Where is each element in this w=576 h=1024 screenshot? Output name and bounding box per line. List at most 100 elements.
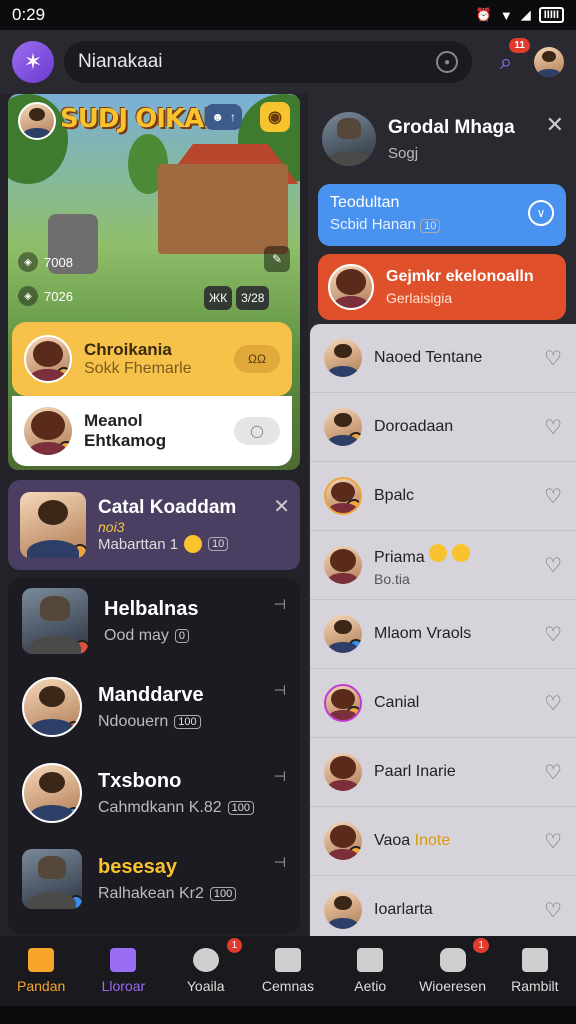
avatar: [22, 588, 88, 654]
contact-row[interactable]: Vaoa Inote ♡: [310, 807, 576, 876]
secondary-chat-card[interactable]: Meanol Ehtkamog ◯: [12, 396, 292, 466]
avatar: [324, 822, 362, 860]
contact-row[interactable]: Naoed Tentane ♡: [310, 324, 576, 393]
chat-list: Helbalnas Ood may 0 ⊣ Manddarve Ndoouern 1…: [8, 578, 300, 934]
chat-row[interactable]: Txsbono Cahmdkann K.82 100 ⊣: [8, 750, 300, 836]
banner-chip[interactable]: ☻ ↑: [205, 104, 242, 130]
banner-tag-a[interactable]: ЖК: [204, 286, 233, 310]
profile-icon: [521, 948, 548, 972]
banner-player-avatar[interactable]: [18, 102, 56, 140]
status-dot: [74, 640, 88, 654]
featured-chat[interactable]: Catal Koaddam noi3 Mabarttan 1 10 ✕: [8, 480, 300, 570]
heart-icon[interactable]: ♡: [544, 622, 562, 647]
nav-badge: 1: [473, 938, 489, 953]
app-logo-icon[interactable]: ✶: [12, 41, 54, 83]
heart-icon[interactable]: ♡: [544, 829, 562, 854]
chevron-down-icon[interactable]: ∨: [528, 200, 554, 226]
heart-icon[interactable]: ♡: [544, 553, 562, 578]
panel-header: Grodal Mhaga Sogj ✕: [308, 94, 576, 184]
card-text: Chroikania Sokk Fhemarle: [84, 340, 192, 378]
status-dot: [68, 895, 82, 909]
heart-icon[interactable]: ♡: [544, 691, 562, 716]
contact-row[interactable]: Ioarlarta ♡: [310, 876, 576, 936]
featured-sub-text: Mabarttan 1: [98, 535, 179, 553]
pin-icon[interactable]: ⊣: [274, 596, 286, 613]
status-dot: [72, 544, 86, 558]
coin-icon[interactable]: ◉: [260, 102, 290, 132]
contact-row[interactable]: Priama Bo.tia ♡: [310, 531, 576, 600]
toggle-icon[interactable]: ◯: [234, 417, 280, 445]
nav-item-wioeresen[interactable]: 1 Wioeresen: [411, 936, 493, 1006]
notification-badge: 11: [509, 38, 530, 53]
chat-text: Helbalnas Ood may 0: [104, 598, 198, 645]
contact-row[interactable]: Paarl Inarie ♡: [310, 738, 576, 807]
chat-subtitle: Cahmdkann K.82 100: [98, 799, 254, 817]
banner-tag-b[interactable]: 3/28: [236, 286, 270, 310]
bubble-subtitle: Gerlaisigia: [386, 290, 453, 306]
chat-title: Txsbono: [98, 769, 182, 792]
avatar: [22, 677, 82, 737]
status-dot: [348, 432, 362, 446]
left-column: SUDJ OIKAH ☻ ↑ ◉ ◈ 7008 ◈ 7026 ✎ ЖК 3/28…: [8, 94, 300, 936]
chat-row[interactable]: besesay Ralhakean Kr2 100 ⊣: [8, 836, 300, 922]
search-bar[interactable]: Nianakaai ●: [64, 41, 472, 83]
status-dot: [348, 639, 362, 653]
profile-avatar[interactable]: [534, 47, 564, 77]
search-button[interactable]: ⌕ 11: [488, 38, 530, 80]
contact-text: Priama Bo.tia: [374, 543, 470, 587]
contact-name: Doroadaan: [374, 418, 454, 435]
chat-row[interactable]: Manddarve Ndoouern 100 ⊣: [8, 664, 300, 750]
contact-row[interactable]: Canial ♡: [310, 669, 576, 738]
close-icon[interactable]: ✕: [273, 494, 290, 519]
status-icons: ⏰ ▼ ◢ IIIII: [476, 7, 564, 23]
top-bar: ✶ Nianakaai ● ⌕ 11: [0, 30, 576, 94]
nav-item-aetio[interactable]: Aetio: [329, 936, 411, 1006]
nav-item-cemnas[interactable]: Cemnas: [247, 936, 329, 1006]
chat-tag: 100: [209, 886, 237, 901]
pin-icon[interactable]: ⊣: [274, 768, 286, 785]
featured-title: Catal Koaddam: [98, 497, 237, 518]
chat-icon: [192, 948, 219, 972]
heart-icon[interactable]: ♡: [544, 415, 562, 440]
status-dot: [348, 846, 362, 860]
chat-row[interactable]: Helbalnas Ood may 0 ⊣: [8, 578, 300, 664]
contact-row[interactable]: Bpalc ♡: [310, 462, 576, 531]
card-title: Chroikania: [84, 340, 172, 359]
panel-title: Grodal Mhaga: [388, 116, 515, 138]
contact-row[interactable]: Doroadaan ♡: [310, 393, 576, 462]
contact-name: Priama: [374, 543, 470, 567]
banner-stat-1: ◈ 7008: [18, 250, 73, 274]
avatar: [322, 112, 376, 166]
battery-icon: IIIII: [538, 7, 564, 23]
heart-icon[interactable]: ♡: [544, 760, 562, 785]
heart-icon[interactable]: ♡: [544, 484, 562, 509]
house-icon: [274, 948, 301, 972]
contact-list: Naoed Tentane ♡ Doroadaan ♡ Bpalc ♡ Pria…: [310, 324, 576, 936]
stat-value: 7008: [44, 254, 73, 270]
contact-row[interactable]: Mlaom Vraols ♡: [310, 600, 576, 669]
nav-item-yoaila[interactable]: 1 Yoaila: [165, 936, 247, 1006]
highlight-chat-card[interactable]: Chroikania Sokk Fhemarle ΩΩ: [12, 322, 292, 396]
pin-icon[interactable]: ⊣: [274, 854, 286, 871]
close-icon[interactable]: ✕: [546, 112, 564, 138]
pin-icon[interactable]: ⊣: [274, 682, 286, 699]
avatar: [324, 891, 362, 929]
card-action-pill[interactable]: ΩΩ: [234, 345, 280, 373]
record-icon[interactable]: ●: [436, 51, 458, 73]
message-bubble-blue[interactable]: Teodultan Scbid Hanan 10 ∨: [318, 184, 566, 246]
nav-item-pandan[interactable]: Pandan: [0, 936, 82, 1006]
edit-icon[interactable]: ✎: [264, 246, 290, 272]
heart-icon[interactable]: ♡: [544, 898, 562, 923]
chat-title: besesay: [98, 855, 177, 878]
nav-item-rambilt[interactable]: Rambilt: [494, 936, 576, 1006]
contact-name-text: Priama: [374, 548, 425, 566]
heart-icon[interactable]: ♡: [544, 346, 562, 371]
chat-text: besesay Ralhakean Kr2 100: [98, 855, 237, 903]
emoji-icon: [184, 535, 203, 553]
status-dot: [56, 367, 70, 381]
message-bubble-red[interactable]: Gejmkr ekelonoalln Gerlaisigia: [318, 254, 566, 320]
avatar: [324, 684, 362, 722]
nav-item-lloroar[interactable]: Lloroar: [82, 936, 164, 1006]
status-bar: 0:29 ⏰ ▼ ◢ IIIII: [0, 0, 576, 30]
status-dot: [58, 441, 72, 455]
